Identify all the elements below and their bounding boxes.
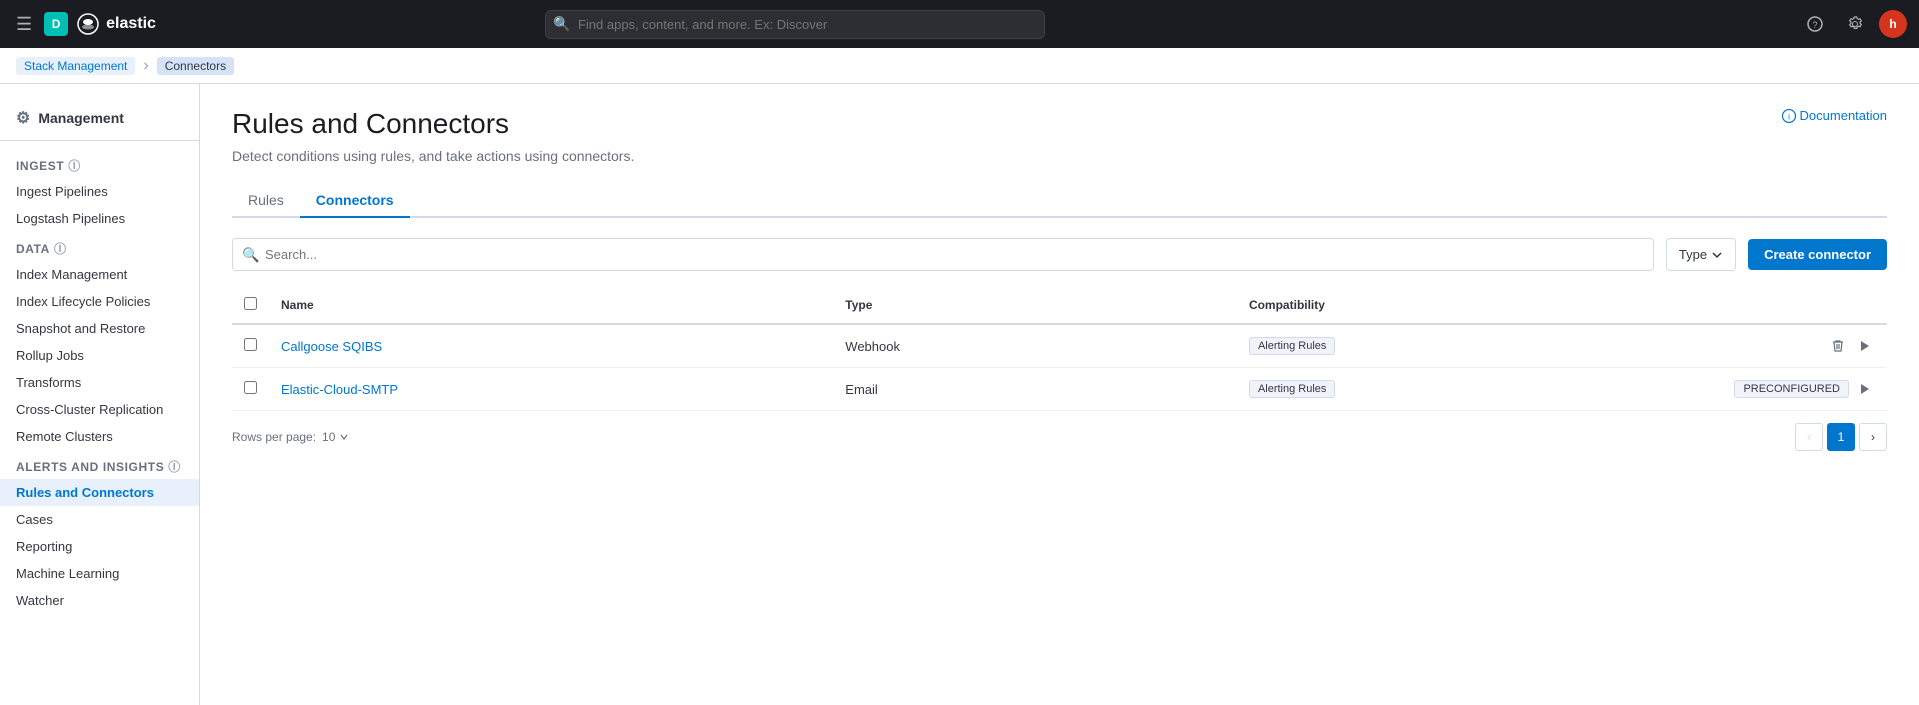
sidebar-item-rollup[interactable]: Rollup Jobs bbox=[0, 342, 199, 369]
sidebar-item-watcher[interactable]: Watcher bbox=[0, 587, 199, 614]
rows-per-page-label: Rows per page: bbox=[232, 430, 316, 444]
column-header-actions bbox=[1722, 287, 1888, 324]
global-search-input[interactable] bbox=[545, 10, 1045, 39]
type-filter-dropdown[interactable]: Type bbox=[1666, 238, 1736, 271]
search-icon: 🔍 bbox=[553, 16, 570, 33]
gear-icon: ⚙ bbox=[16, 108, 30, 128]
global-search: 🔍 bbox=[545, 10, 1045, 39]
select-all-checkbox[interactable] bbox=[244, 297, 257, 310]
connector-type-1: Webhook bbox=[833, 324, 1237, 368]
sidebar-section-alerts: Alerts and Insights ⓘ bbox=[0, 450, 199, 479]
nav-settings-button[interactable] bbox=[1839, 8, 1871, 40]
row-checkbox-2[interactable] bbox=[244, 381, 257, 394]
app-layout: ⚙ Management Ingest ⓘ Ingest Pipelines L… bbox=[0, 84, 1919, 705]
connector-name-link-1[interactable]: Callgoose SQIBS bbox=[281, 339, 382, 354]
prev-page-button[interactable]: ‹ bbox=[1795, 423, 1823, 451]
compatibility-badge-1: Alerting Rules bbox=[1249, 337, 1335, 355]
sidebar-item-reporting[interactable]: Reporting bbox=[0, 533, 199, 560]
chevron-down-icon bbox=[1711, 249, 1723, 261]
svg-text:?: ? bbox=[1812, 20, 1817, 30]
rows-per-page-value: 10 bbox=[322, 430, 335, 444]
sidebar-item-ilm[interactable]: Index Lifecycle Policies bbox=[0, 288, 199, 315]
logo-text: elastic bbox=[106, 15, 156, 33]
run-connector-button-1[interactable] bbox=[1853, 335, 1875, 357]
info-icon-alerts: ⓘ bbox=[168, 458, 181, 475]
sidebar: ⚙ Management Ingest ⓘ Ingest Pipelines L… bbox=[0, 84, 200, 705]
table-row: Elastic-Cloud-SMTP Email Alerting Rules … bbox=[232, 368, 1887, 411]
sidebar-item-cases[interactable]: Cases bbox=[0, 506, 199, 533]
elastic-logo: elastic bbox=[76, 12, 156, 36]
tab-rules[interactable]: Rules bbox=[232, 184, 300, 218]
page-navigation: ‹ 1 › bbox=[1795, 423, 1887, 451]
pagination-bar: Rows per page: 10 ‹ 1 › bbox=[232, 423, 1887, 451]
breadcrumb: Stack Management › Connectors bbox=[0, 48, 1919, 84]
table-body: Callgoose SQIBS Webhook Alerting Rules bbox=[232, 324, 1887, 411]
top-navigation: ☰ D elastic 🔍 ? h bbox=[0, 0, 1919, 48]
management-title: Management bbox=[38, 110, 124, 126]
svg-text:i: i bbox=[1788, 112, 1790, 121]
table-controls: 🔍 Type Create connector bbox=[232, 238, 1887, 271]
rows-per-page: Rows per page: 10 bbox=[232, 430, 349, 444]
page-1-button[interactable]: 1 bbox=[1827, 423, 1855, 451]
column-header-type: Type bbox=[833, 287, 1237, 324]
page-title: Rules and Connectors bbox=[232, 108, 634, 140]
table-row: Callgoose SQIBS Webhook Alerting Rules bbox=[232, 324, 1887, 368]
tab-connectors[interactable]: Connectors bbox=[300, 184, 410, 218]
sidebar-item-ccr[interactable]: Cross-Cluster Replication bbox=[0, 396, 199, 423]
run-connector-button-2[interactable] bbox=[1853, 378, 1875, 400]
table-header: Name Type Compatibility bbox=[232, 287, 1887, 324]
nav-right-actions: ? h bbox=[1799, 8, 1907, 40]
row-actions-1 bbox=[1734, 335, 1876, 357]
breadcrumb-parent-link[interactable]: Stack Management bbox=[16, 57, 135, 75]
breadcrumb-separator: › bbox=[143, 57, 148, 75]
sidebar-item-remote-clusters[interactable]: Remote Clusters bbox=[0, 423, 199, 450]
breadcrumb-item: Stack Management › Connectors bbox=[16, 57, 234, 75]
sidebar-item-rules-connectors[interactable]: Rules and Connectors bbox=[0, 479, 199, 506]
sidebar-item-transforms[interactable]: Transforms bbox=[0, 369, 199, 396]
management-header: ⚙ Management bbox=[0, 100, 199, 141]
sidebar-section-ingest: Ingest ⓘ bbox=[0, 149, 199, 178]
hamburger-button[interactable]: ☰ bbox=[12, 10, 36, 39]
search-icon: 🔍 bbox=[242, 246, 259, 263]
project-badge: D bbox=[44, 12, 68, 36]
connector-name-link-2[interactable]: Elastic-Cloud-SMTP bbox=[281, 382, 398, 397]
sidebar-item-ingest-pipelines[interactable]: Ingest Pipelines bbox=[0, 178, 199, 205]
chevron-down-icon-pagination bbox=[339, 432, 349, 442]
documentation-icon: i bbox=[1782, 109, 1796, 123]
page-header: Rules and Connectors Detect conditions u… bbox=[232, 108, 1887, 184]
nav-help-button[interactable]: ? bbox=[1799, 8, 1831, 40]
sidebar-item-snapshot[interactable]: Snapshot and Restore bbox=[0, 315, 199, 342]
sidebar-item-index-management[interactable]: Index Management bbox=[0, 261, 199, 288]
info-icon-data: ⓘ bbox=[54, 240, 67, 257]
rows-per-page-select[interactable]: 10 bbox=[322, 430, 349, 444]
main-content: Rules and Connectors Detect conditions u… bbox=[200, 84, 1919, 705]
delete-connector-button-1[interactable] bbox=[1827, 335, 1849, 357]
breadcrumb-current: Connectors bbox=[157, 57, 234, 75]
search-box: 🔍 bbox=[232, 238, 1654, 271]
create-connector-button[interactable]: Create connector bbox=[1748, 239, 1887, 270]
user-avatar[interactable]: h bbox=[1879, 10, 1907, 38]
sidebar-item-logstash-pipelines[interactable]: Logstash Pipelines bbox=[0, 205, 199, 232]
tabs: Rules Connectors bbox=[232, 184, 1887, 218]
column-header-name: Name bbox=[269, 287, 833, 324]
preconfigured-badge-2: PRECONFIGURED bbox=[1734, 380, 1849, 398]
info-icon: ⓘ bbox=[68, 157, 81, 174]
row-checkbox-1[interactable] bbox=[244, 338, 257, 351]
row-actions-2: PRECONFIGURED bbox=[1734, 378, 1876, 400]
compatibility-badge-2: Alerting Rules bbox=[1249, 380, 1335, 398]
search-input[interactable] bbox=[232, 238, 1654, 271]
next-page-button[interactable]: › bbox=[1859, 423, 1887, 451]
page-subtitle: Detect conditions using rules, and take … bbox=[232, 148, 634, 164]
connectors-table: Name Type Compatibility Callgoose SQIBS … bbox=[232, 287, 1887, 411]
documentation-link[interactable]: i Documentation bbox=[1782, 108, 1887, 123]
column-header-compatibility: Compatibility bbox=[1237, 287, 1722, 324]
sidebar-item-ml[interactable]: Machine Learning bbox=[0, 560, 199, 587]
connector-type-2: Email bbox=[833, 368, 1237, 411]
sidebar-section-data: Data ⓘ bbox=[0, 232, 199, 261]
